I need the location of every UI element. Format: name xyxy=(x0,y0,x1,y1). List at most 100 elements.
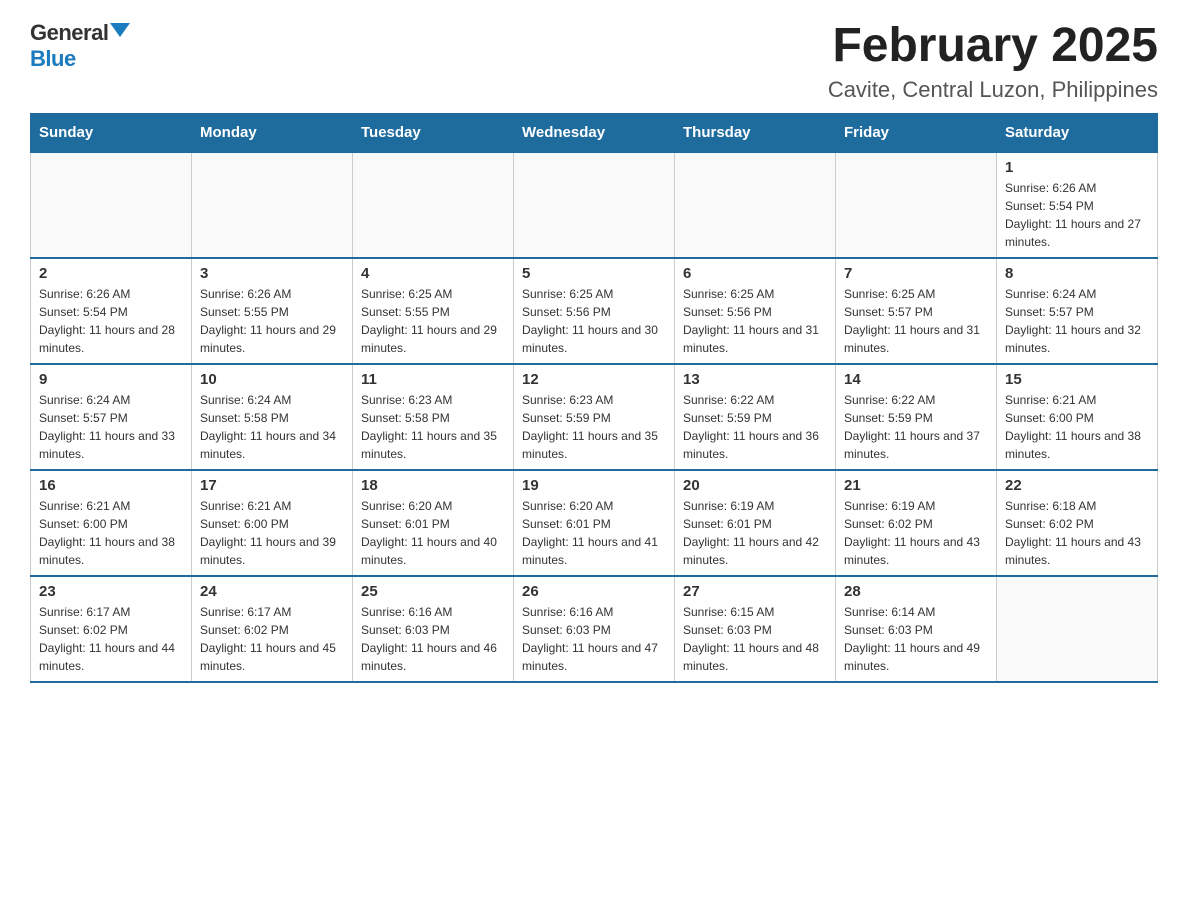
day-header-saturday: Saturday xyxy=(997,113,1158,152)
calendar-cell: 24Sunrise: 6:17 AMSunset: 6:02 PMDayligh… xyxy=(192,576,353,682)
day-info: Sunrise: 6:25 AMSunset: 5:56 PMDaylight:… xyxy=(522,285,666,357)
day-info: Sunrise: 6:25 AMSunset: 5:57 PMDaylight:… xyxy=(844,285,988,357)
calendar-cell: 16 Sunrise: 6:21 AMSunset: 6:00 PMDayligh… xyxy=(31,470,192,576)
day-info: Sunrise: 6:25 AMSunset: 5:55 PMDaylight:… xyxy=(361,285,505,357)
day-info: Sunrise: 6:14 AMSunset: 6:03 PMDaylight:… xyxy=(844,603,988,675)
calendar-cell xyxy=(31,152,192,258)
day-info: Sunrise: 6:22 AMSunset: 5:59 PMDaylight:… xyxy=(844,391,988,463)
day-info: Sunrise: 6:20 AMSunset: 6:01 PMDaylight:… xyxy=(522,497,666,569)
day-number: 4 xyxy=(361,265,505,282)
day-info: Sunrise: 6:25 AMSunset: 5:56 PMDaylight:… xyxy=(683,285,827,357)
calendar-cell xyxy=(997,576,1158,682)
day-info: Sunrise: 6:19 AMSunset: 6:01 PMDaylight:… xyxy=(683,497,827,569)
logo-blue-text: Blue xyxy=(30,46,76,72)
calendar-cell: 5 Sunrise: 6:25 AMSunset: 5:56 PMDaylight… xyxy=(514,258,675,364)
calendar-cell xyxy=(353,152,514,258)
day-header-wednesday: Wednesday xyxy=(514,113,675,152)
day-number: 14 xyxy=(844,371,988,388)
day-info: Sunrise: 6:16 AMSunset: 6:03 PMDaylight:… xyxy=(522,603,666,675)
day-header-monday: Monday xyxy=(192,113,353,152)
calendar-cell xyxy=(675,152,836,258)
day-number: 8 xyxy=(1005,265,1149,282)
calendar-table: SundayMondayTuesdayWednesdayThursdayFrid… xyxy=(30,113,1158,683)
calendar-cell: 25 Sunrise: 6:16 AMSunset: 6:03 PMDayligh… xyxy=(353,576,514,682)
day-number: 21 xyxy=(844,477,988,494)
calendar-header: SundayMondayTuesdayWednesdayThursdayFrid… xyxy=(31,113,1158,152)
day-number: 27 xyxy=(683,583,827,600)
day-number: 5 xyxy=(522,265,666,282)
day-info: Sunrise: 6:21 AMSunset: 6:00 PMDaylight:… xyxy=(39,497,183,569)
calendar-cell: 23 Sunrise: 6:17 AMSunset: 6:02 PMDayligh… xyxy=(31,576,192,682)
week-row-2: 2 Sunrise: 6:26 AMSunset: 5:54 PMDaylight… xyxy=(31,258,1158,364)
day-number: 2 xyxy=(39,265,183,282)
day-info: Sunrise: 6:20 AMSunset: 6:01 PMDaylight:… xyxy=(361,497,505,569)
day-number: 23 xyxy=(39,583,183,600)
calendar-body: 1 Sunrise: 6:26 AMSunset: 5:54 PMDaylight… xyxy=(31,152,1158,682)
day-header-thursday: Thursday xyxy=(675,113,836,152)
day-number: 17 xyxy=(200,477,344,494)
day-number: 9 xyxy=(39,371,183,388)
day-number: 28 xyxy=(844,583,988,600)
day-info: Sunrise: 6:22 AMSunset: 5:59 PMDaylight:… xyxy=(683,391,827,463)
day-header-row: SundayMondayTuesdayWednesdayThursdayFrid… xyxy=(31,113,1158,152)
calendar-cell: 22 Sunrise: 6:18 AMSunset: 6:02 PMDayligh… xyxy=(997,470,1158,576)
day-info: Sunrise: 6:21 AMSunset: 6:00 PMDaylight:… xyxy=(200,497,344,569)
day-header-sunday: Sunday xyxy=(31,113,192,152)
calendar-cell xyxy=(514,152,675,258)
calendar-cell: 1Sunrise: 6:26 AMSunset: 5:54 PMDaylight… xyxy=(997,152,1158,258)
day-number: 20 xyxy=(683,477,827,494)
calendar-cell: 18Sunrise: 6:20 AMSunset: 6:01 PMDayligh… xyxy=(353,470,514,576)
page-header: General Blue February 2025 Cavite, Centr… xyxy=(30,20,1158,103)
day-info: Sunrise: 6:21 AMSunset: 6:00 PMDaylight:… xyxy=(1005,391,1149,463)
logo: General Blue xyxy=(30,20,130,72)
calendar-cell: 6 Sunrise: 6:25 AMSunset: 5:56 PMDaylight… xyxy=(675,258,836,364)
calendar-cell: 7 Sunrise: 6:25 AMSunset: 5:57 PMDaylight… xyxy=(836,258,997,364)
calendar-cell: 2 Sunrise: 6:26 AMSunset: 5:54 PMDaylight… xyxy=(31,258,192,364)
day-info: Sunrise: 6:23 AMSunset: 5:58 PMDaylight:… xyxy=(361,391,505,463)
day-number: 12 xyxy=(522,371,666,388)
day-number: 6 xyxy=(683,265,827,282)
calendar-cell: 26 Sunrise: 6:16 AMSunset: 6:03 PMDayligh… xyxy=(514,576,675,682)
day-info: Sunrise: 6:17 AMSunset: 6:02 PMDaylight:… xyxy=(39,603,183,675)
week-row-5: 23 Sunrise: 6:17 AMSunset: 6:02 PMDayligh… xyxy=(31,576,1158,682)
day-number: 7 xyxy=(844,265,988,282)
day-info: Sunrise: 6:18 AMSunset: 6:02 PMDaylight:… xyxy=(1005,497,1149,569)
day-info: Sunrise: 6:24 AMSunset: 5:58 PMDaylight:… xyxy=(200,391,344,463)
calendar-cell: 27 Sunrise: 6:15 AMSunset: 6:03 PMDayligh… xyxy=(675,576,836,682)
calendar-cell: 13Sunrise: 6:22 AMSunset: 5:59 PMDayligh… xyxy=(675,364,836,470)
day-number: 25 xyxy=(361,583,505,600)
calendar-cell: 17 Sunrise: 6:21 AMSunset: 6:00 PMDayligh… xyxy=(192,470,353,576)
logo-general-text: General xyxy=(30,20,108,46)
calendar-cell: 28 Sunrise: 6:14 AMSunset: 6:03 PMDayligh… xyxy=(836,576,997,682)
week-row-1: 1Sunrise: 6:26 AMSunset: 5:54 PMDaylight… xyxy=(31,152,1158,258)
day-header-friday: Friday xyxy=(836,113,997,152)
day-number: 15 xyxy=(1005,371,1149,388)
calendar-cell: 9Sunrise: 6:24 AMSunset: 5:57 PMDaylight… xyxy=(31,364,192,470)
calendar-cell: 11 Sunrise: 6:23 AMSunset: 5:58 PMDayligh… xyxy=(353,364,514,470)
day-number: 10 xyxy=(200,371,344,388)
day-info: Sunrise: 6:26 AMSunset: 5:54 PMDaylight:… xyxy=(39,285,183,357)
calendar-cell: 19 Sunrise: 6:20 AMSunset: 6:01 PMDayligh… xyxy=(514,470,675,576)
location-title: Cavite, Central Luzon, Philippines xyxy=(828,77,1158,103)
calendar-cell xyxy=(192,152,353,258)
day-info: Sunrise: 6:19 AMSunset: 6:02 PMDaylight:… xyxy=(844,497,988,569)
day-info: Sunrise: 6:24 AMSunset: 5:57 PMDaylight:… xyxy=(1005,285,1149,357)
title-area: February 2025 Cavite, Central Luzon, Phi… xyxy=(828,20,1158,103)
calendar-cell: 14 Sunrise: 6:22 AMSunset: 5:59 PMDayligh… xyxy=(836,364,997,470)
calendar-cell: 8 Sunrise: 6:24 AMSunset: 5:57 PMDaylight… xyxy=(997,258,1158,364)
calendar-cell: 15 Sunrise: 6:21 AMSunset: 6:00 PMDayligh… xyxy=(997,364,1158,470)
calendar-cell: 10 Sunrise: 6:24 AMSunset: 5:58 PMDayligh… xyxy=(192,364,353,470)
day-info: Sunrise: 6:15 AMSunset: 6:03 PMDaylight:… xyxy=(683,603,827,675)
day-number: 11 xyxy=(361,371,505,388)
month-title: February 2025 xyxy=(828,20,1158,73)
day-info: Sunrise: 6:16 AMSunset: 6:03 PMDaylight:… xyxy=(361,603,505,675)
calendar-cell xyxy=(836,152,997,258)
day-header-tuesday: Tuesday xyxy=(353,113,514,152)
day-number: 1 xyxy=(1005,159,1149,176)
day-number: 22 xyxy=(1005,477,1149,494)
day-number: 19 xyxy=(522,477,666,494)
calendar-cell: 3Sunrise: 6:26 AMSunset: 5:55 PMDaylight… xyxy=(192,258,353,364)
day-number: 26 xyxy=(522,583,666,600)
day-number: 24 xyxy=(200,583,344,600)
day-number: 16 xyxy=(39,477,183,494)
